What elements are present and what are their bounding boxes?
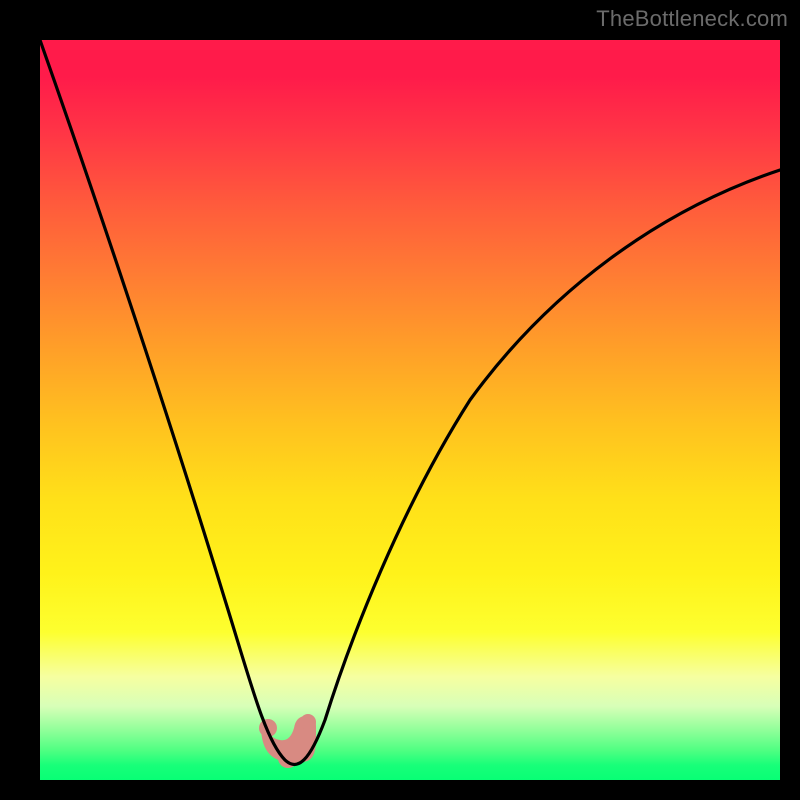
plot-area [40, 40, 780, 780]
chart-frame: TheBottleneck.com [0, 0, 800, 800]
bottleneck-curve [40, 40, 780, 780]
watermark-text: TheBottleneck.com [596, 6, 788, 32]
